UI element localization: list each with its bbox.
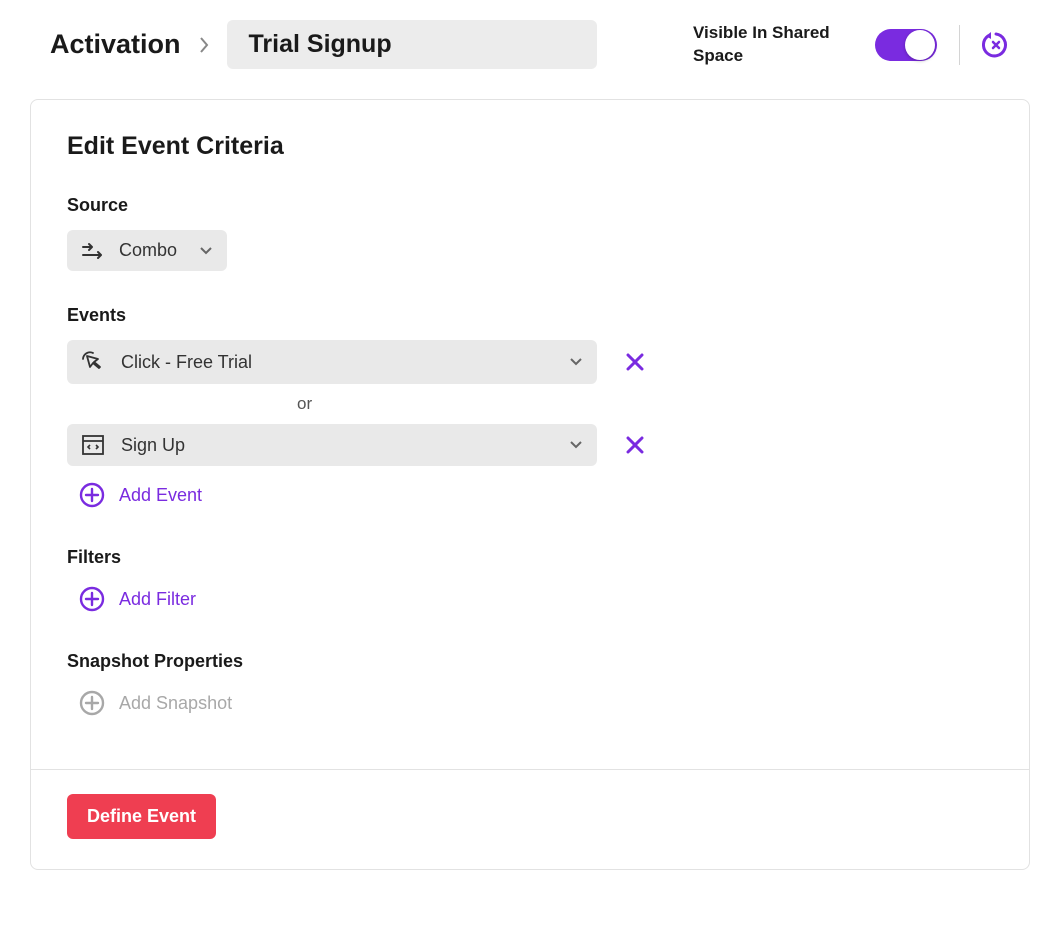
reset-icon[interactable] <box>982 31 1010 59</box>
edit-event-card: Edit Event Criteria Source Combo Events <box>30 99 1030 870</box>
chevron-down-icon <box>199 246 213 256</box>
or-separator: or <box>67 384 993 424</box>
remove-event-button[interactable] <box>625 352 645 372</box>
card-title: Edit Event Criteria <box>67 132 993 161</box>
add-event-button[interactable]: Add Event <box>79 482 202 508</box>
plus-circle-icon <box>79 690 105 716</box>
event-label: Click - Free Trial <box>121 352 252 373</box>
add-filter-button[interactable]: Add Filter <box>79 586 196 612</box>
chevron-right-icon <box>199 36 209 54</box>
breadcrumb-root[interactable]: Activation <box>50 29 181 60</box>
combo-arrow-icon <box>81 242 105 260</box>
source-section: Source Combo <box>67 195 993 271</box>
source-label: Source <box>67 195 993 216</box>
source-value: Combo <box>119 240 177 261</box>
filters-section: Filters Add Filter <box>67 547 993 617</box>
event-row: Click - Free Trial <box>67 340 993 384</box>
snapshot-section: Snapshot Properties Add Snapshot <box>67 651 993 721</box>
add-event-label: Add Event <box>119 485 202 506</box>
add-filter-label: Add Filter <box>119 589 196 610</box>
event-label: Sign Up <box>121 435 185 456</box>
remove-event-button[interactable] <box>625 435 645 455</box>
event-select[interactable]: Click - Free Trial <box>67 340 597 384</box>
source-select[interactable]: Combo <box>67 230 227 271</box>
define-event-button[interactable]: Define Event <box>67 794 216 839</box>
code-window-icon <box>81 434 105 456</box>
events-section: Events Click - Free Trial <box>67 305 993 513</box>
visible-toggle[interactable] <box>875 29 937 61</box>
toggle-knob <box>905 30 935 60</box>
add-snapshot-label: Add Snapshot <box>119 693 232 714</box>
plus-circle-icon <box>79 482 105 508</box>
visible-in-shared-space-label: Visible In Shared Space <box>693 22 853 66</box>
chevron-down-icon <box>569 440 583 450</box>
breadcrumb-current-title[interactable]: Trial Signup <box>227 20 597 69</box>
cursor-click-icon <box>81 350 105 374</box>
event-select[interactable]: Sign Up <box>67 424 597 466</box>
filters-label: Filters <box>67 547 993 568</box>
plus-circle-icon <box>79 586 105 612</box>
divider <box>959 25 960 65</box>
snapshot-label: Snapshot Properties <box>67 651 993 672</box>
breadcrumb: Activation Trial Signup <box>50 20 693 69</box>
event-row: Sign Up <box>67 424 993 466</box>
events-label: Events <box>67 305 993 326</box>
chevron-down-icon <box>569 357 583 367</box>
add-snapshot-button[interactable]: Add Snapshot <box>79 690 232 716</box>
